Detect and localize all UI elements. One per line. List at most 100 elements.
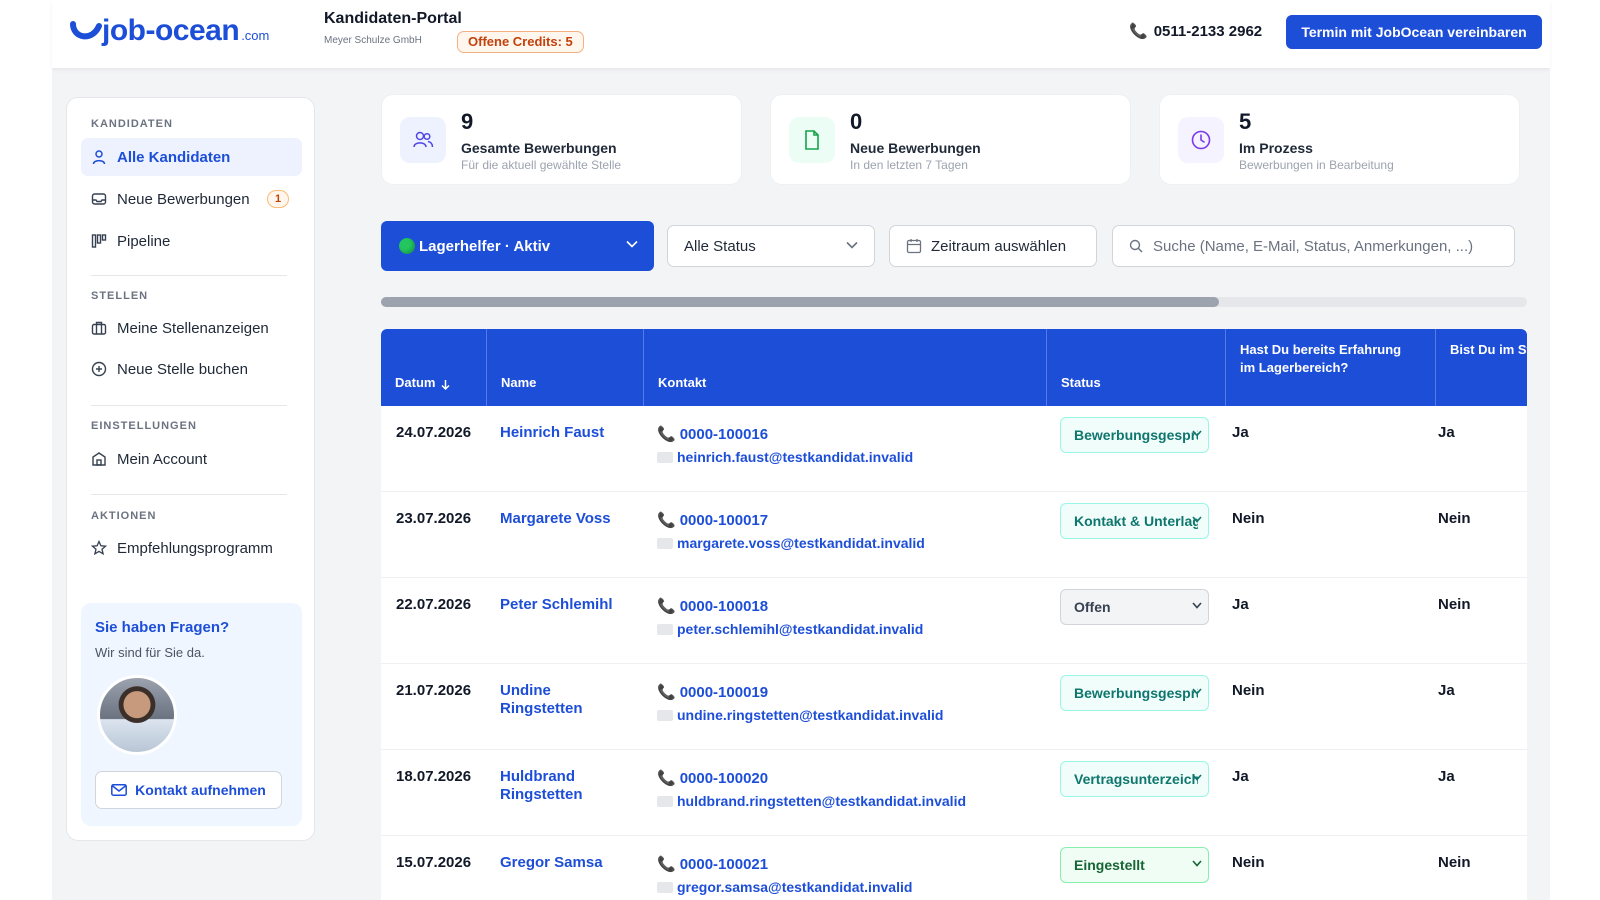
candidate-phone-link[interactable]: 📞 0000-100021 [657,855,768,874]
row-date: 21.07.2026 [396,682,472,699]
table-row[interactable]: 23.07.2026 Margarete Voss 📞 0000-100017 m… [381,492,1527,578]
status-select[interactable]: Bewerbungsgespräch [1060,675,1209,711]
sidebar-item-empfehlungsprogramm[interactable]: Empfehlungsprogramm [81,529,302,567]
new-applications-badge: 1 [267,190,289,208]
status-select[interactable]: Eingestellt [1060,847,1209,883]
answer-forklift: Ja [1438,424,1455,441]
candidate-phone-link[interactable]: 📞 0000-100019 [657,683,768,702]
sidebar-item-neue-stelle-buchen[interactable]: Neue Stelle buchen [81,350,302,388]
date-range-picker[interactable]: Zeitraum auswählen [889,225,1097,267]
search-field[interactable]: Suche (Name, E-Mail, Status, Anmerkungen… [1112,225,1515,267]
contact-button[interactable]: Kontakt aufnehmen [95,771,282,809]
document-icon [789,117,835,163]
section-label-einstellungen: EINSTELLUNGEN [91,420,197,432]
candidate-name-link[interactable]: Peter Schlemihl [500,596,630,614]
candidate-name-link[interactable]: Huldbrand Ringstetten [500,768,630,804]
candidate-email-link[interactable]: gregor.samsa@testkandidat.invalid [657,879,912,895]
column-header-kontakt[interactable]: Kontakt [643,329,1046,406]
horizontal-scrollbar[interactable] [381,297,1527,307]
status-select[interactable]: Vertragsunterzeichnung [1060,761,1209,797]
book-appointment-button[interactable]: Termin mit JobOcean vereinbaren [1286,15,1542,49]
column-header-datum[interactable]: Datum [381,329,486,406]
candidate-email-link[interactable]: margarete.voss@testkandidat.invalid [657,535,925,551]
candidate-email-link[interactable]: peter.schlemihl@testkandidat.invalid [657,621,923,637]
sidebar: KANDIDATEN Alle Kandidaten Neue Bewerbun… [66,97,315,841]
sidebar-divider [91,494,287,495]
candidate-name-link[interactable]: Undine Ringstetten [500,682,630,718]
column-header-forklift[interactable]: Bist Du im Staplersch [1435,329,1527,406]
answer-experience: Ja [1232,768,1249,785]
stat-card-in-process: 5 Im Prozess Bewerbungen in Bearbeitung [1159,94,1520,185]
status-select[interactable]: Bewerbungsgespräch [1060,417,1209,453]
column-header-status[interactable]: Status [1046,329,1225,406]
row-date: 24.07.2026 [396,424,472,441]
candidate-email-link[interactable]: undine.ringstetten@testkandidat.invalid [657,707,943,723]
sidebar-item-alle-kandidaten[interactable]: Alle Kandidaten [81,138,302,176]
briefcase-icon [91,321,107,335]
contact-button-label: Kontakt aufnehmen [135,782,266,798]
logo-wave-icon [70,21,102,40]
candidate-name-link[interactable]: Gregor Samsa [500,854,630,872]
table-row[interactable]: 22.07.2026 Peter Schlemihl 📞 0000-100018 … [381,578,1527,664]
candidate-name-link[interactable]: Margarete Voss [500,510,630,528]
candidate-phone-link[interactable]: 📞 0000-100017 [657,511,768,530]
sidebar-item-label: Neue Stelle buchen [117,360,248,378]
stat-subtitle: Für die aktuell gewählte Stelle [461,158,622,172]
envelope-icon [657,709,673,721]
phone-icon: 📞 [1129,23,1148,40]
sidebar-item-pipeline[interactable]: Pipeline [81,222,302,260]
inbox-icon [91,193,107,205]
stat-value: 0 [850,109,863,134]
answer-experience: Ja [1232,424,1249,441]
sidebar-item-neue-bewerbungen[interactable]: Neue Bewerbungen 1 [81,180,302,218]
help-subtitle: Wir sind für Sie da. [95,645,205,660]
candidate-phone-link[interactable]: 📞 0000-100016 [657,425,768,444]
search-placeholder: Suche (Name, E-Mail, Status, Anmerkungen… [1153,237,1474,255]
candidate-phone-link[interactable]: 📞 0000-100018 [657,597,768,616]
status-select[interactable]: Kontakt & Unterlagen [1060,503,1209,539]
table-row[interactable]: 15.07.2026 Gregor Samsa 📞 0000-100021 gre… [381,836,1527,900]
row-date: 18.07.2026 [396,768,472,785]
sidebar-item-mein-account[interactable]: Mein Account [81,440,302,478]
sidebar-item-label: Mein Account [117,450,208,468]
answer-forklift: Ja [1438,768,1455,785]
sidebar-item-label: Alle Kandidaten [117,148,231,166]
envelope-icon [657,881,673,893]
row-date: 23.07.2026 [396,510,472,527]
sidebar-divider [91,405,287,406]
plus-circle-icon [91,361,107,377]
column-header-experience[interactable]: Hast Du bereits Erfahrung im Lagerbereic… [1225,329,1435,406]
pipeline-icon [91,234,107,248]
portal-title: Kandidaten-Portal [324,10,462,27]
section-label-kandidaten: KANDIDATEN [91,118,173,130]
phone-icon: 📞 [657,598,676,615]
logo-suffix: .com [241,28,270,43]
job-select[interactable]: Lagerhelfer · Aktiv [381,221,654,271]
sort-arrow-down-icon [441,380,450,390]
column-header-name[interactable]: Name [486,329,643,406]
table-row[interactable]: 18.07.2026 Huldbrand Ringstetten 📞 0000-1… [381,750,1527,836]
answer-forklift: Ja [1438,682,1455,699]
candidate-email-link[interactable]: huldbrand.ringstetten@testkandidat.inval… [657,793,966,809]
table-row[interactable]: 21.07.2026 Undine Ringstetten 📞 0000-1000… [381,664,1527,750]
candidate-email-link[interactable]: heinrich.faust@testkandidat.invalid [657,449,913,465]
sidebar-item-label: Empfehlungsprogramm [117,539,273,557]
sidebar-item-meine-stellenanzeigen[interactable]: Meine Stellenanzeigen [81,309,302,347]
candidate-phone-link[interactable]: 📞 0000-100020 [657,769,768,788]
phone-number[interactable]: 📞 0511-2133 2962 [1129,22,1262,41]
answer-experience: Ja [1232,596,1249,613]
answer-forklift: Nein [1438,596,1471,613]
chevron-down-icon [1192,688,1202,695]
logo-text: job-ocean [102,14,240,47]
sidebar-divider [91,275,287,276]
status-select[interactable]: Offen [1060,589,1209,625]
table-row[interactable]: 24.07.2026 Heinrich Faust 📞 0000-100016 h… [381,406,1527,492]
help-title: Sie haben Fragen? [95,619,230,636]
status-filter[interactable]: Alle Status [667,225,875,267]
job-ocean-logo[interactable]: job-ocean .com [70,12,269,48]
answer-forklift: Nein [1438,854,1471,871]
candidate-name-link[interactable]: Heinrich Faust [500,424,630,442]
scrollbar-thumb[interactable] [381,297,1219,307]
clock-icon [1178,117,1224,163]
active-status-dot [399,238,415,254]
